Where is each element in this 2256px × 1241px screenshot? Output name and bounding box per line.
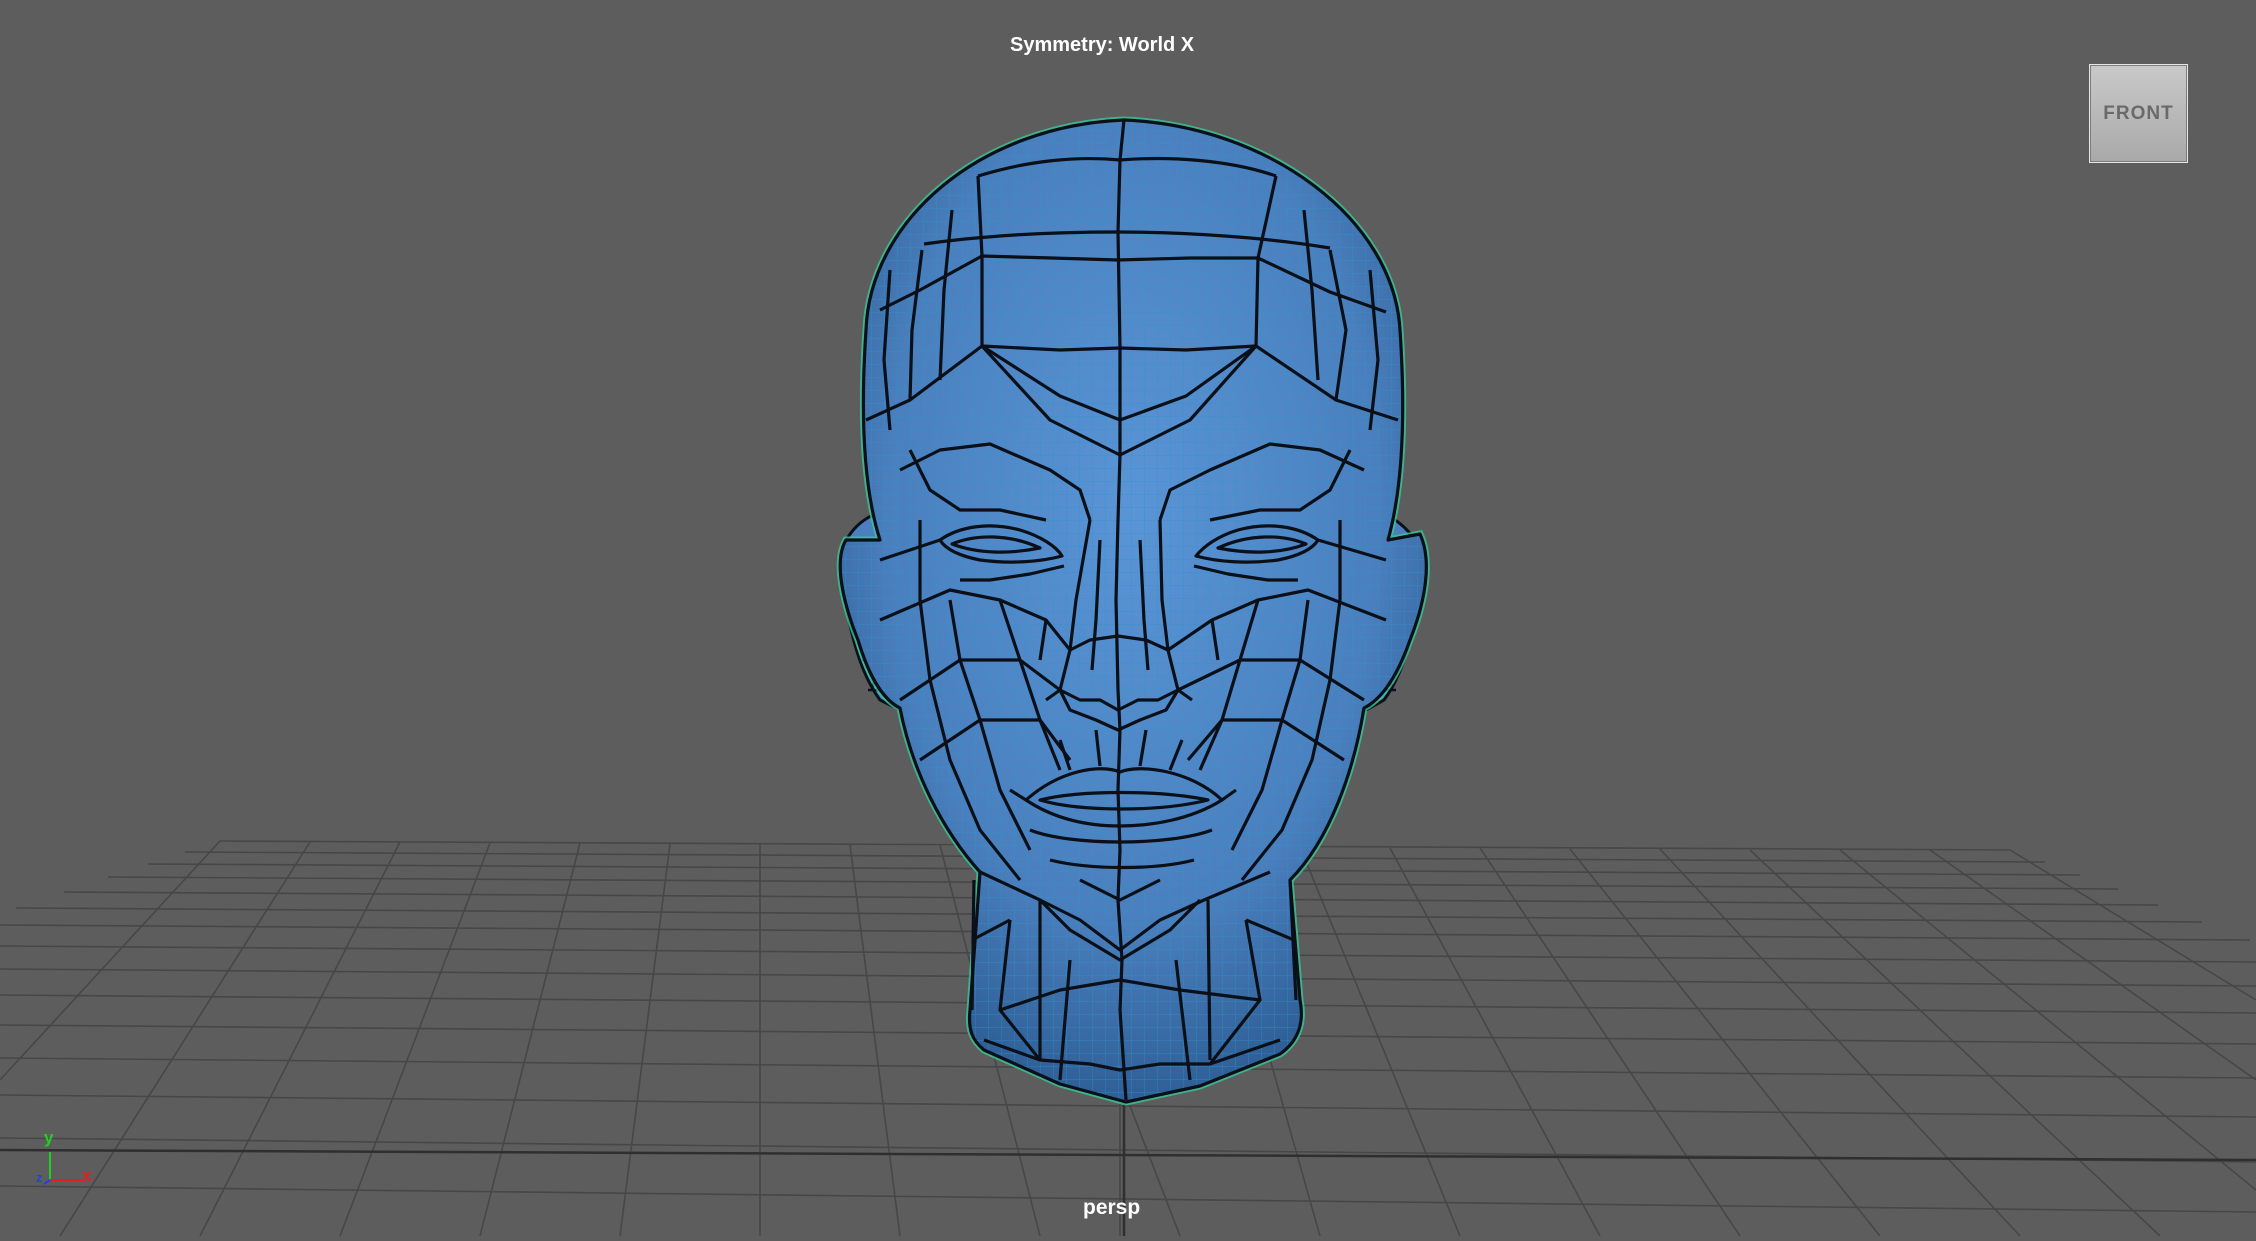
camera-name-label: persp [1083, 1196, 1141, 1219]
axis-orientation-gizmo: y x z [36, 1128, 98, 1192]
symmetry-status-label: Symmetry: World X [1010, 34, 1195, 56]
view-cube[interactable]: FRONT [2089, 64, 2188, 163]
head-mesh[interactable] [840, 110, 1440, 1110]
3d-viewport[interactable]: Symmetry: World X persp FRONT y x z [0, 0, 2256, 1237]
axis-z-label: z [36, 1170, 43, 1185]
viewport-canvas[interactable] [0, 0, 2256, 1237]
axis-y-label: y [44, 1128, 54, 1147]
axis-x-label: x [82, 1166, 92, 1185]
view-cube-face-label[interactable]: FRONT [2103, 103, 2173, 125]
